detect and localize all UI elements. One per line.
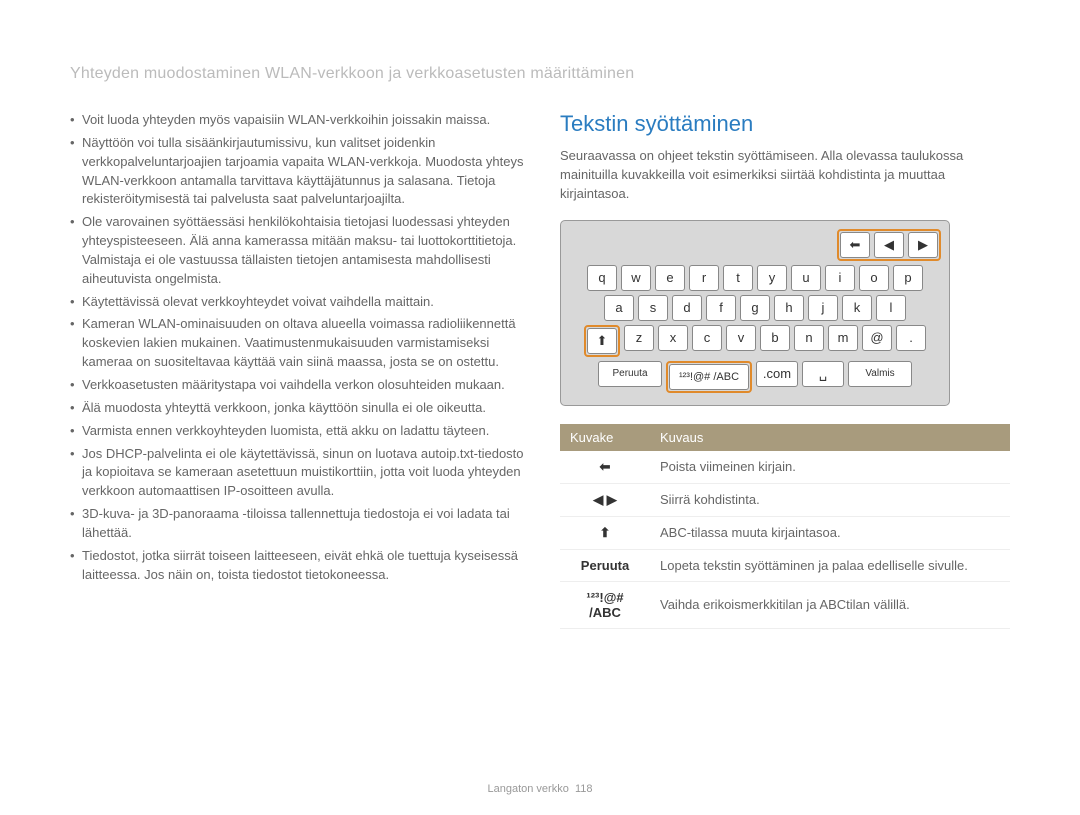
key-z[interactable]: z [624, 325, 654, 351]
onscreen-keyboard: ⬅ ◀ ▶ qwertyuiop asdfghjkl ⬆ zxcvbnm@. Pe… [560, 220, 950, 406]
right-column: Tekstin syöttäminen Seuraavassa on ohjee… [560, 111, 1010, 629]
backspace-key[interactable]: ⬅ [840, 232, 870, 258]
table-desc-cell: ABC-tilassa muuta kirjaintasoa. [650, 516, 1010, 549]
bullet-item: Varmista ennen verkkoyhteyden luomista, … [70, 422, 530, 441]
key-r[interactable]: r [689, 265, 719, 291]
key-m[interactable]: m [828, 325, 858, 351]
key-x[interactable]: x [658, 325, 688, 351]
footer-text: Langaton verkko [487, 783, 568, 795]
key-@[interactable]: @ [862, 325, 892, 351]
left-column: Voit luoda yhteyden myös vapaisiin WLAN-… [70, 111, 530, 629]
table-desc-cell: Vaihda erikoismerkkitilan ja ABCtilan vä… [650, 581, 1010, 628]
key-d[interactable]: d [672, 295, 702, 321]
key-w[interactable]: w [621, 265, 651, 291]
key-n[interactable]: n [794, 325, 824, 351]
cursor-right-key[interactable]: ▶ [908, 232, 938, 258]
key-o[interactable]: o [859, 265, 889, 291]
icon-description-table: Kuvake Kuvaus ⬅Poista viimeinen kirjain.… [560, 424, 1010, 629]
table-row: PeruutaLopeta tekstin syöttäminen ja pal… [560, 549, 1010, 581]
table-icon-cell: Peruuta [560, 549, 650, 581]
key-p[interactable]: p [893, 265, 923, 291]
nav-keys-group: ⬅ ◀ ▶ [837, 229, 941, 261]
table-header-desc: Kuvaus [650, 424, 1010, 451]
key-j[interactable]: j [808, 295, 838, 321]
space-key[interactable]: ␣ [802, 361, 844, 387]
table-desc-cell: Siirrä kohdistinta. [650, 483, 1010, 516]
table-desc-cell: Lopeta tekstin syöttäminen ja palaa edel… [650, 549, 1010, 581]
key-y[interactable]: y [757, 265, 787, 291]
mode-key-highlight: ¹²³!@# /ABC [666, 361, 752, 393]
done-key[interactable]: Valmis [848, 361, 912, 387]
bullet-item: Jos DHCP-palvelinta ei ole käytettävissä… [70, 445, 530, 502]
key-f[interactable]: f [706, 295, 736, 321]
bullet-item: Ole varovainen syöttäessäsi henkilökohta… [70, 213, 530, 288]
key-i[interactable]: i [825, 265, 855, 291]
bullet-item: Älä muodosta yhteyttä verkkoon, jonka kä… [70, 399, 530, 418]
section-heading: Tekstin syöttäminen [560, 111, 1010, 137]
key-s[interactable]: s [638, 295, 668, 321]
table-icon-cell: ¹²³!@# /ABC [560, 581, 650, 628]
bullet-item: 3D-kuva- ja 3D-panoraama -tiloissa talle… [70, 505, 530, 543]
key-q[interactable]: q [587, 265, 617, 291]
table-row: ⬅Poista viimeinen kirjain. [560, 451, 1010, 484]
footer-page: 118 [575, 783, 593, 795]
key-b[interactable]: b [760, 325, 790, 351]
intro-text: Seuraavassa on ohjeet tekstin syöttämise… [560, 147, 1010, 204]
bullet-item: Käytettävissä olevat verkkoyhteydet voiv… [70, 293, 530, 312]
dotcom-key[interactable]: .com [756, 361, 798, 387]
key-l[interactable]: l [876, 295, 906, 321]
key-c[interactable]: c [692, 325, 722, 351]
key-a[interactable]: a [604, 295, 634, 321]
cancel-key[interactable]: Peruuta [598, 361, 662, 387]
bullet-item: Verkkoasetusten määritystapa voi vaihdel… [70, 376, 530, 395]
bullet-item: Kameran WLAN-ominaisuuden on oltava alue… [70, 315, 530, 372]
key-u[interactable]: u [791, 265, 821, 291]
table-row: ◀ ▶Siirrä kohdistinta. [560, 483, 1010, 516]
mode-switch-key[interactable]: ¹²³!@# /ABC [669, 364, 749, 390]
table-desc-cell: Poista viimeinen kirjain. [650, 451, 1010, 484]
table-icon-cell: ⬅ [560, 451, 650, 484]
key-t[interactable]: t [723, 265, 753, 291]
page-footer: Langaton verkko 118 [0, 783, 1080, 795]
key-g[interactable]: g [740, 295, 770, 321]
key-v[interactable]: v [726, 325, 756, 351]
key-h[interactable]: h [774, 295, 804, 321]
page-header: Yhteyden muodostaminen WLAN-verkkoon ja … [70, 65, 1010, 83]
bullet-item: Voit luoda yhteyden myös vapaisiin WLAN-… [70, 111, 530, 130]
shift-key[interactable]: ⬆ [587, 328, 617, 354]
cursor-left-key[interactable]: ◀ [874, 232, 904, 258]
table-header-icon: Kuvake [560, 424, 650, 451]
key-.[interactable]: . [896, 325, 926, 351]
table-row: ¹²³!@# /ABCVaihda erikoismerkkitilan ja … [560, 581, 1010, 628]
key-k[interactable]: k [842, 295, 872, 321]
table-icon-cell: ⬆ [560, 516, 650, 549]
table-row: ⬆ABC-tilassa muuta kirjaintasoa. [560, 516, 1010, 549]
bullet-item: Tiedostot, jotka siirrät toiseen laittee… [70, 547, 530, 585]
table-icon-cell: ◀ ▶ [560, 483, 650, 516]
shift-key-highlight: ⬆ [584, 325, 620, 357]
key-e[interactable]: e [655, 265, 685, 291]
bullet-item: Näyttöön voi tulla sisäänkirjautumissivu… [70, 134, 530, 209]
